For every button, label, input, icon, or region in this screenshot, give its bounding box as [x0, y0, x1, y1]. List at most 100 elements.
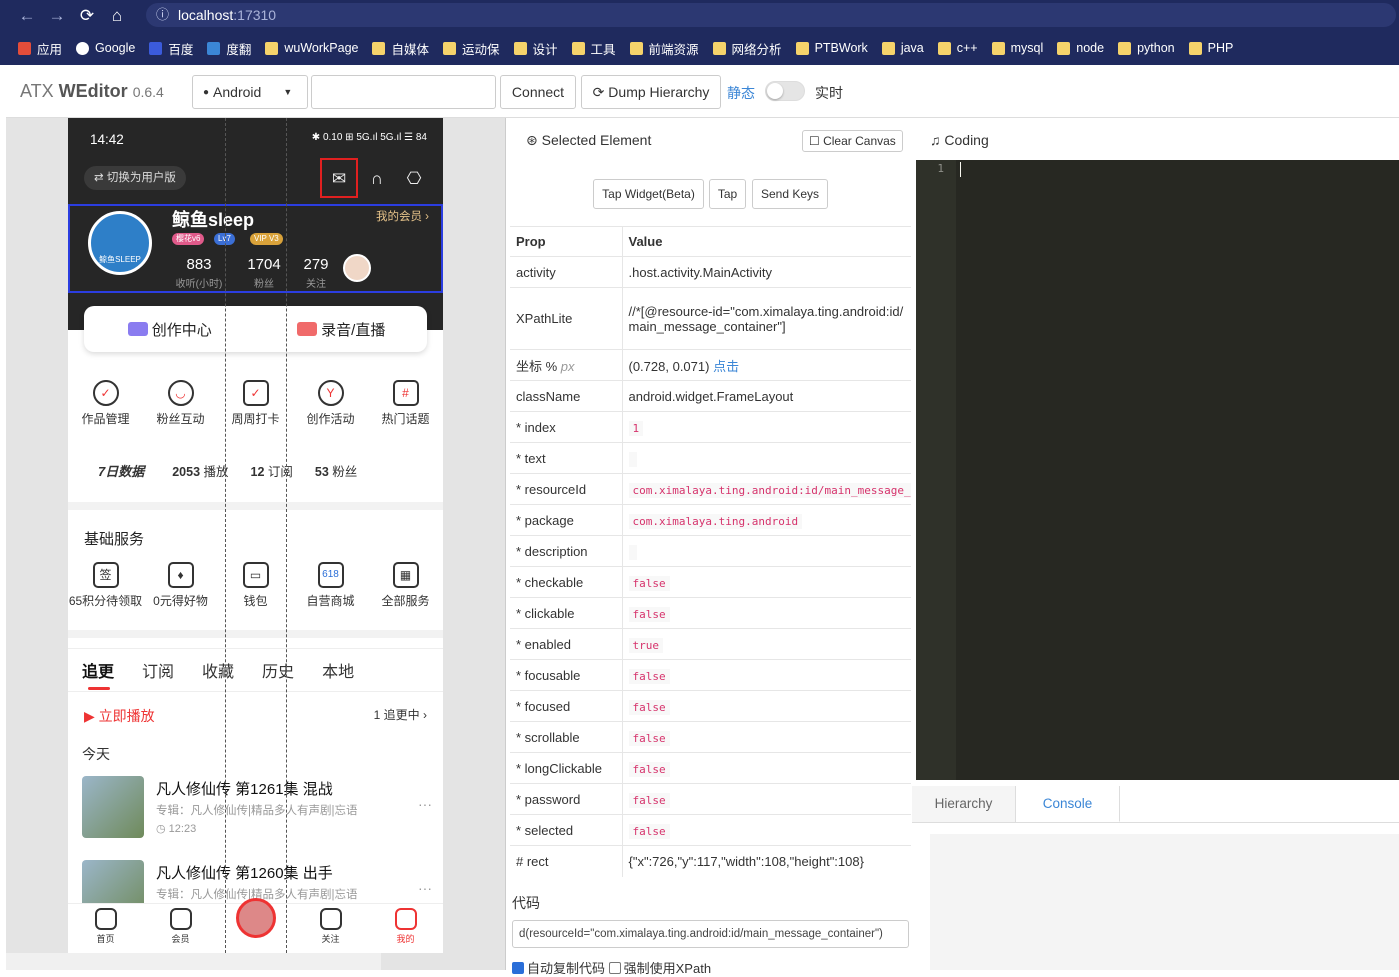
bottom-nav: 首页 会员 关注 我的	[68, 898, 443, 953]
selected-title-text: Selected Element	[541, 132, 652, 148]
service-mall[interactable]: 618 自营商城	[293, 562, 368, 609]
prop-key-text: * checkable	[516, 574, 584, 590]
username: 鲸鱼sleep	[172, 210, 255, 230]
fan-avatar[interactable]	[343, 254, 371, 282]
bookmark-item[interactable]: python	[1118, 41, 1175, 55]
service-free[interactable]: ♦ 0元得好物	[143, 562, 218, 609]
nav-home[interactable]: 首页	[68, 904, 143, 953]
prop-value: false	[622, 814, 911, 846]
follow-count[interactable]: 1 追更中 ›	[374, 706, 427, 723]
nav-mine[interactable]: 我的	[368, 904, 443, 953]
record-live-button[interactable]: 录音/直播	[256, 319, 428, 340]
tab-follow[interactable]: 追更	[82, 658, 114, 690]
tool-topics[interactable]: # 热门话题	[368, 380, 443, 427]
service-all[interactable]: ▦ 全部服务	[368, 562, 443, 609]
bookmark-item[interactable]: PHP	[1188, 41, 1233, 55]
code-field[interactable]: d(resourceId="com.ximalaya.ting.android:…	[512, 920, 909, 948]
play-now-button[interactable]: ▶ 立即播放	[84, 706, 155, 726]
bookmark-item[interactable]: Google	[76, 41, 135, 55]
phone-screen[interactable]: 14:42 ✱ 0.10 ⊞ 5G.ıl 5G.ıl ☰ 84 ⇄ 切换为用户版…	[68, 118, 443, 953]
clear-canvas-label: Clear Canvas	[823, 134, 896, 148]
grid-icon: ▦	[392, 562, 419, 588]
tab-console[interactable]: Console	[1016, 786, 1120, 822]
dump-hierarchy-button[interactable]: ⟳ Dump Hierarchy	[581, 75, 721, 109]
prop-value: 1	[622, 411, 911, 443]
tool-checkin[interactable]: ✓ 周周打卡	[218, 380, 293, 427]
bookmark-item[interactable]: 应用	[18, 39, 62, 58]
info-icon[interactable]: ⓘ	[156, 3, 169, 27]
bottom-tabs: Hierarchy Console	[912, 786, 1399, 823]
bookmark-item[interactable]: 百度	[149, 39, 193, 58]
prop-key-text: * resourceId	[516, 481, 587, 497]
more-icon[interactable]: ···	[418, 880, 432, 896]
click-coord-link[interactable]: 点击	[713, 359, 739, 374]
tool-activity[interactable]: Y 创作活动	[293, 380, 368, 427]
tab-hierarchy[interactable]: Hierarchy	[912, 786, 1016, 822]
settings-icon[interactable]: ⎔	[401, 166, 427, 192]
tab-local[interactable]: 本地	[322, 658, 354, 682]
prop-value-code: false	[628, 668, 670, 684]
bookmark-item[interactable]: 网络分析	[712, 39, 782, 58]
table-row: className android.widget.FrameLayout	[510, 380, 911, 412]
bookmark-item[interactable]: c++	[937, 41, 978, 55]
url-bar[interactable]: ⓘ localhost:17310	[146, 3, 1396, 27]
tab-history[interactable]: 历史	[262, 658, 294, 682]
bookmark-item[interactable]: PTBWork	[795, 41, 868, 55]
platform-select[interactable]: ● Android ▼	[192, 75, 308, 109]
bookmark-item[interactable]: 设计	[513, 39, 558, 58]
bookmark-item[interactable]: 前端资源	[629, 39, 699, 58]
force-xpath-checkbox[interactable]	[608, 962, 621, 974]
divider	[68, 630, 443, 638]
realtime-toggle[interactable]	[765, 81, 805, 101]
more-icon[interactable]: ···	[418, 796, 432, 812]
avatar[interactable]: 鲸鱼SLEEP	[88, 211, 152, 275]
bookmark-item[interactable]: 自媒体	[372, 39, 429, 58]
bookmark-item[interactable]: mysql	[991, 41, 1043, 55]
horizontal-scrollbar[interactable]	[6, 953, 381, 970]
stat-listen[interactable]: 883 收听(小时)	[172, 256, 226, 290]
bookmark-label: 百度	[168, 42, 194, 57]
headphone-icon[interactable]: ∩	[364, 166, 390, 192]
create-center-label: 创作中心	[151, 321, 212, 339]
table-row: * focusable false	[510, 659, 911, 691]
connect-button[interactable]: Connect	[500, 75, 576, 109]
bookmark-item[interactable]: 度翻	[207, 39, 251, 58]
service-wallet[interactable]: ▭ 钱包	[218, 562, 293, 609]
tool-fans[interactable]: ◡ 粉丝互动	[143, 380, 218, 427]
back-icon[interactable]: ←	[12, 1, 42, 31]
status-time: 14:42	[90, 132, 124, 147]
stat-following[interactable]: 279 关注	[298, 256, 334, 290]
nav-player[interactable]	[218, 898, 293, 953]
line-number: 1	[937, 162, 944, 175]
switch-user-button[interactable]: ⇄ 切换为用户版	[84, 166, 186, 190]
nav-vip[interactable]: 会员	[143, 904, 218, 953]
bookmark-item[interactable]: wuWorkPage	[265, 41, 358, 55]
bookmark-item[interactable]: java	[881, 41, 924, 55]
tab-favorite[interactable]: 收藏	[202, 658, 234, 682]
forward-icon[interactable]: →	[42, 1, 72, 31]
tool-works[interactable]: ✓ 作品管理	[68, 380, 143, 427]
tap-widget-button[interactable]: Tap Widget(Beta)	[593, 179, 704, 209]
list-item[interactable]: 凡人修仙传 第1261集 混战 专辑：凡人修仙传|精品多人有声剧|忘语 ◷ 12…	[82, 776, 432, 842]
service-points[interactable]: 签 65积分待领取	[68, 562, 143, 609]
fans-icon: ◡	[167, 380, 194, 406]
member-link[interactable]: 我的会员 ›	[376, 208, 429, 224]
tap-button[interactable]: Tap	[709, 179, 746, 209]
nav-follow[interactable]: 关注	[293, 904, 368, 953]
send-keys-button[interactable]: Send Keys	[752, 179, 828, 209]
bookmark-item[interactable]: 工具	[571, 39, 616, 58]
stat-fans[interactable]: 1704 粉丝	[240, 256, 288, 290]
create-center-button[interactable]: 创作中心	[84, 319, 256, 340]
tab-subscribe[interactable]: 订阅	[142, 658, 174, 682]
home-icon[interactable]: ⌂	[102, 1, 132, 31]
bookmark-item[interactable]: 运动保	[442, 39, 500, 58]
auto-copy-checkbox[interactable]	[512, 962, 524, 974]
reload-icon[interactable]: ⟳	[72, 1, 102, 31]
bookmark-item[interactable]: node	[1057, 41, 1104, 55]
serial-input[interactable]	[311, 75, 496, 109]
data-7day[interactable]: 7日数据 2053 播放 12 订阅 53 粉丝	[84, 452, 427, 488]
clear-canvas-button[interactable]: ☐ Clear Canvas	[802, 130, 903, 152]
mall-icon: 618	[317, 562, 344, 588]
code-editor[interactable]: 1	[916, 160, 1399, 780]
bookmark-label: 设计	[532, 42, 558, 57]
